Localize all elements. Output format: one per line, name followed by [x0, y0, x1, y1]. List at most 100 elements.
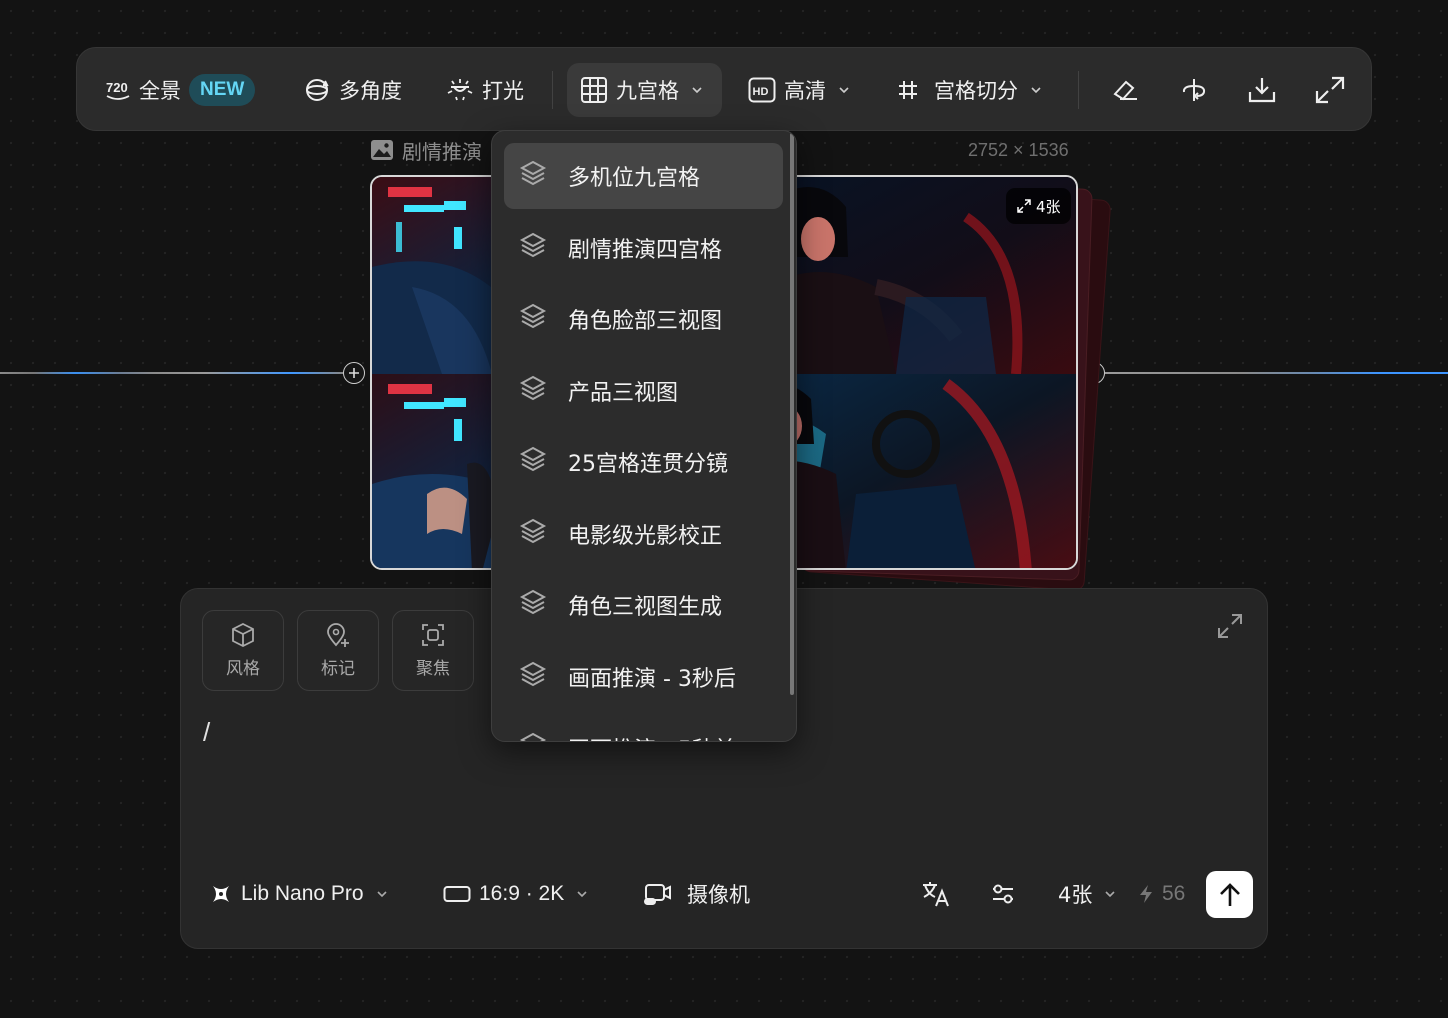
camera-label: 摄像机 [687, 883, 750, 907]
credits-value: 56 [1162, 882, 1186, 905]
layers-icon [518, 516, 548, 552]
style-tool-button[interactable]: 风格 [202, 610, 284, 691]
fullscreen-button[interactable] [1315, 48, 1345, 132]
dropdown-item[interactable]: 角色脸部三视图 [504, 286, 783, 352]
ratio-selector[interactable]: 16:9 · 2K [443, 875, 588, 913]
image-node-title: 剧情推演 [370, 136, 482, 164]
dropdown-item-label: 多机位九宫格 [568, 166, 701, 191]
hd-icon: HD [748, 77, 776, 103]
dropdown-item-label: 画面推演 - 3秒后 [568, 666, 736, 692]
download-icon [1248, 78, 1276, 103]
count-selector[interactable]: 4张 [1058, 875, 1116, 913]
orbit-rotate-icon [1182, 79, 1206, 101]
translate-icon [923, 882, 949, 907]
chevron-down-icon [377, 891, 387, 898]
rotate-view-button[interactable] [1179, 48, 1209, 132]
dropdown-item[interactable]: 产品三视图 [504, 358, 783, 424]
send-button[interactable] [1206, 871, 1253, 918]
image-count-badge[interactable]: 4张 [1006, 188, 1071, 224]
hd-label: 高清 [784, 79, 826, 103]
model-logo-icon [213, 886, 229, 902]
arrow-up-icon [1219, 882, 1240, 906]
translate-button[interactable] [921, 875, 951, 913]
model-name: Lib Nano Pro [241, 882, 364, 905]
eraser-icon [1113, 80, 1137, 101]
toolbar-divider [1078, 71, 1079, 109]
model-selector[interactable]: Lib Nano Pro [209, 875, 388, 913]
dropdown-item[interactable]: 多机位九宫格 [504, 143, 783, 209]
eraser-button[interactable] [1111, 48, 1141, 132]
dropdown-item[interactable]: 画面推演 - 3秒后 [504, 644, 783, 710]
layers-icon [518, 730, 548, 741]
multi-angle-button[interactable]: 多角度 [303, 48, 402, 132]
chevron-down-icon [692, 87, 702, 94]
cube-icon [232, 622, 254, 648]
expand-icon [1315, 76, 1345, 104]
dropdown-item-label: 剧情推演四宫格 [568, 237, 723, 263]
layers-icon [518, 230, 548, 266]
dropdown-item-label: 画面推演 - 5秒前 [568, 732, 736, 741]
prompt-input[interactable]: / [203, 717, 210, 748]
add-node-left-button[interactable] [343, 362, 365, 384]
image-dimensions: 2752 × 1536 [968, 140, 1069, 160]
svg-text:HD: HD [753, 86, 769, 98]
grid-split-button[interactable]: 宫格切分 [896, 48, 1042, 132]
dropdown-scrollbar[interactable] [790, 133, 794, 695]
camera-selector[interactable]: 摄像机 [643, 875, 750, 913]
chevron-down-icon [1031, 87, 1041, 94]
dropdown-item[interactable]: 电影级光影校正 [504, 501, 783, 567]
grid-split-label: 宫格切分 [934, 79, 1018, 103]
panorama-720-icon: 720 [106, 80, 130, 100]
dropdown-item[interactable]: 画面推演 - 5秒前 [504, 715, 783, 741]
chevron-down-icon [1105, 891, 1115, 898]
layers-icon [518, 659, 548, 695]
grid-nine-button[interactable]: 九宫格 [580, 48, 703, 132]
ratio-text: 16:9 · 2K [479, 882, 565, 905]
toolbar-divider [552, 71, 553, 109]
dropdown-item[interactable]: 角色三视图生成 [504, 572, 783, 638]
hd-button[interactable]: HD 高清 [748, 48, 850, 132]
panorama-button[interactable]: 720 全景 NEW [105, 48, 256, 132]
aspect-ratio-icon [443, 886, 471, 902]
grid-icon [581, 77, 607, 103]
svg-text:720: 720 [106, 80, 128, 95]
download-button[interactable] [1247, 48, 1277, 132]
top-toolbar: 720 全景 NEW 多角度 打光 九宫格 HD 高清 宫格切分 [76, 47, 1372, 131]
credits-display: 56 [1138, 875, 1185, 913]
expand-diagonal-icon [1017, 199, 1031, 213]
image-title-text: 剧情推演 [402, 139, 482, 164]
grid-label: 九宫格 [616, 79, 679, 103]
lightning-icon [1140, 885, 1152, 903]
dropdown-item-label: 产品三视图 [568, 380, 679, 406]
style-label: 风格 [226, 659, 260, 679]
plus-icon [349, 368, 359, 378]
dropdown-item-label: 角色三视图生成 [568, 595, 723, 620]
expand-icon [1218, 614, 1242, 638]
layers-icon [518, 587, 548, 623]
image-icon [371, 140, 393, 160]
connector-line-right [1105, 372, 1448, 374]
hash-icon [899, 81, 917, 99]
dropdown-item[interactable]: 25宫格连贯分镜 [504, 429, 783, 495]
image-count-text: 4张 [1036, 197, 1061, 216]
count-text: 4张 [1058, 883, 1093, 907]
lighting-label: 打光 [482, 79, 524, 103]
connector-line-left [0, 372, 343, 374]
layers-icon [518, 373, 548, 409]
sliders-icon [993, 884, 1013, 904]
rotate-3d-icon [306, 79, 329, 101]
settings-sliders-button[interactable] [989, 875, 1017, 913]
camera-icon [644, 884, 671, 905]
dropdown-item-label: 电影级光影校正 [568, 523, 723, 549]
chevron-down-icon [839, 87, 849, 94]
focus-tool-button[interactable]: 聚焦 [392, 610, 474, 691]
dropdown-item[interactable]: 剧情推演四宫格 [504, 215, 783, 281]
mark-tool-button[interactable]: 标记 [297, 610, 379, 691]
grid-template-dropdown: 多机位九宫格 剧情推演四宫格角色脸部三视图产品三视图 25宫格连贯分镜 电影级光影校正… [491, 130, 797, 742]
layers-icon [518, 444, 548, 480]
focus-frame-icon [422, 624, 444, 646]
lighting-button[interactable]: 打光 [446, 48, 524, 132]
expand-prompt-button[interactable] [1216, 612, 1244, 644]
dropdown-item-label: 25宫格连贯分镜 [568, 452, 728, 477]
mark-label: 标记 [321, 659, 355, 679]
